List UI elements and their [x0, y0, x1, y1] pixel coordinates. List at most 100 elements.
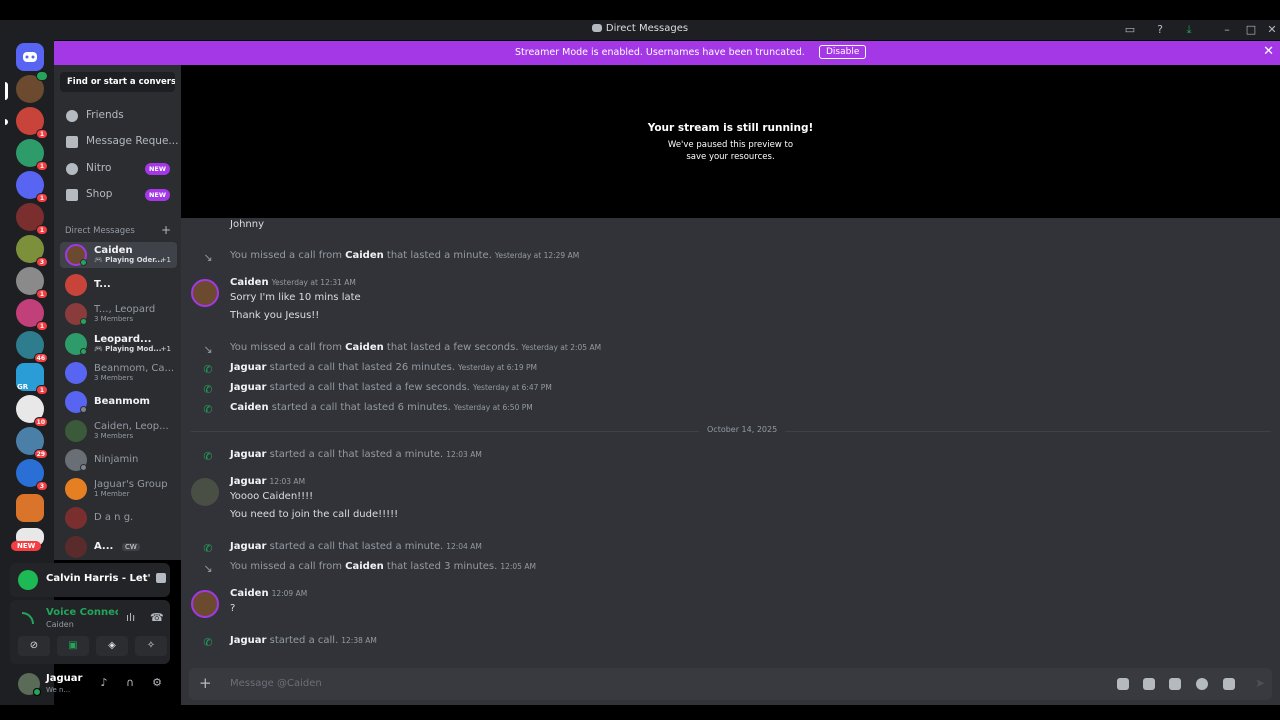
nav-message-requests[interactable]: Message Reque... [60, 131, 178, 153]
signal-icon[interactable] [22, 612, 34, 624]
server-icon[interactable]: 1 [16, 203, 48, 235]
download-icon[interactable]: ⤓ [1181, 22, 1197, 38]
server-icon[interactable]: GR 1 [16, 363, 48, 395]
nav-shop[interactable]: Shop NEW [60, 184, 178, 206]
hide-activity-icon[interactable] [156, 573, 166, 583]
msg-text: started a call. [266, 635, 339, 646]
msg-user[interactable]: Jaguar [230, 382, 266, 393]
stream-title: Your stream is still running! [647, 122, 814, 134]
msg-user[interactable]: Jaguar [230, 362, 266, 373]
soundboard-icon[interactable]: ✧ [135, 636, 167, 656]
dm-item[interactable]: Beanmom, Ca... 3 Members [60, 360, 177, 386]
msg-user[interactable]: Jaguar [230, 449, 266, 460]
status-dot [33, 688, 41, 696]
nav-friends[interactable]: Friends [60, 105, 178, 127]
activity-icon[interactable]: ◈ [96, 636, 128, 656]
close-window-button[interactable]: ✕ [1264, 22, 1280, 38]
server-icon[interactable]: 1 [16, 107, 48, 139]
timestamp: Yesterday at 6:47 PM [472, 383, 552, 392]
window-title-text: Direct Messages [605, 23, 689, 34]
dm-item[interactable]: Jaguar's Group 1 Member [60, 476, 177, 502]
msg-text: started a call that lasted 26 minutes. [266, 362, 456, 373]
gift-icon[interactable] [1117, 678, 1129, 690]
dm-item-caiden[interactable]: Caiden 🎮 Playing Oder... +1 [60, 242, 177, 268]
author-name[interactable]: Caiden [230, 277, 269, 288]
author-name[interactable]: Caiden [230, 588, 269, 599]
title-bar: Direct Messages ▭ ? ⤓ – □ ✕ [0, 20, 1280, 40]
send-icon[interactable]: ➤ [1255, 676, 1265, 690]
now-playing-panel[interactable]: Calvin Harris - Let's... [10, 563, 170, 597]
msg-user[interactable]: Caiden [345, 250, 384, 261]
activity-count: +1 [160, 345, 171, 353]
voice-panel: Voice Connected Caiden ılı ☎ ⊘ ▣ ◈ ✧ [10, 600, 170, 664]
phone-icon: ✆ [203, 542, 213, 555]
search-input[interactable]: Find or start a convers... [60, 72, 175, 92]
dm-item[interactable]: T... [60, 272, 177, 298]
microphone-icon[interactable]: ♪ [97, 676, 111, 690]
dm-item[interactable]: Ninjamin [60, 447, 177, 473]
app-launcher-icon[interactable] [1223, 678, 1235, 690]
server-icon[interactable]: 46 [16, 331, 48, 363]
dm-name: A... [94, 541, 114, 552]
msg-user[interactable]: Caiden [345, 342, 384, 353]
voice-status[interactable]: Voice Connected [46, 607, 118, 618]
voice-channel[interactable]: Caiden [46, 620, 74, 629]
screen-share-icon[interactable]: ▭ [1122, 22, 1138, 38]
author-name[interactable]: Jaguar [230, 476, 266, 487]
server-icon[interactable]: 1 [16, 267, 48, 299]
msg-user[interactable]: Jaguar [230, 541, 266, 552]
avatar[interactable] [191, 478, 219, 506]
stream-preview[interactable]: Your stream is still running! We've paus… [181, 65, 1280, 218]
headphones-icon[interactable]: ∩ [123, 676, 137, 690]
dm-item[interactable]: A... CW [60, 534, 177, 560]
avatar[interactable] [191, 279, 219, 307]
minimize-button[interactable]: – [1219, 22, 1235, 38]
dm-members: 3 Members [94, 315, 134, 323]
home-button[interactable] [16, 43, 44, 71]
gif-icon[interactable] [1143, 678, 1155, 690]
date-divider: October 14, 2025 [191, 425, 1271, 434]
disable-button[interactable]: Disable [819, 45, 867, 59]
msg-user[interactable]: Jaguar [230, 635, 266, 646]
add-dm-icon[interactable]: + [161, 223, 171, 237]
msg-text: that lasted a minute. [383, 250, 492, 261]
server-icon[interactable] [16, 494, 44, 522]
server-icon[interactable]: 29 [16, 427, 48, 459]
attach-plus-icon[interactable]: + [199, 675, 212, 691]
dm-item[interactable]: T..., Leopard 3 Members [60, 301, 177, 327]
dm-item[interactable]: D a n g. [60, 505, 177, 531]
server-icon[interactable]: 1 [16, 299, 48, 331]
stream-line: save your resources. [686, 152, 775, 162]
dm-item[interactable]: Leopard... 🎮 Playing Mod... +1 [60, 331, 177, 357]
server-icon[interactable] [16, 71, 48, 103]
nav-nitro[interactable]: Nitro NEW [60, 158, 178, 180]
help-icon[interactable]: ? [1152, 22, 1168, 38]
mention-badge: 3 [36, 257, 48, 267]
msg-user[interactable]: Caiden [230, 402, 269, 413]
emoji-icon[interactable] [1196, 678, 1208, 690]
close-icon[interactable]: ✕ [1263, 44, 1274, 59]
mention-badge: 1 [36, 129, 48, 139]
msg-user[interactable]: Caiden [345, 561, 384, 572]
message-input[interactable]: Message @Caiden [230, 678, 322, 689]
msg-text: started a call that lasted a few seconds… [266, 382, 470, 393]
camera-off-icon[interactable]: ⊘ [18, 636, 50, 656]
user-status[interactable]: We n... [46, 686, 70, 694]
dm-item[interactable]: Beanmom [60, 389, 177, 415]
disconnect-icon[interactable]: ☎ [150, 611, 164, 624]
server-icon[interactable]: 10 [16, 395, 48, 427]
server-icon[interactable]: 3 [16, 235, 48, 267]
avatar [65, 420, 87, 442]
settings-icon[interactable]: ⚙ [150, 676, 164, 690]
username[interactable]: Jaguar [46, 673, 82, 684]
screen-share-icon[interactable]: ▣ [57, 636, 89, 656]
noise-suppression-icon[interactable]: ılı [126, 611, 135, 624]
server-icon[interactable]: 1 [16, 139, 48, 171]
dm-name: Caiden [94, 245, 133, 256]
sticker-icon[interactable] [1169, 678, 1181, 690]
server-icon[interactable]: 1 [16, 171, 48, 203]
maximize-button[interactable]: □ [1243, 22, 1259, 38]
avatar[interactable] [191, 590, 219, 618]
dm-item[interactable]: Caiden, Leop... 3 Members [60, 418, 177, 444]
server-icon[interactable]: 3 [16, 459, 48, 491]
